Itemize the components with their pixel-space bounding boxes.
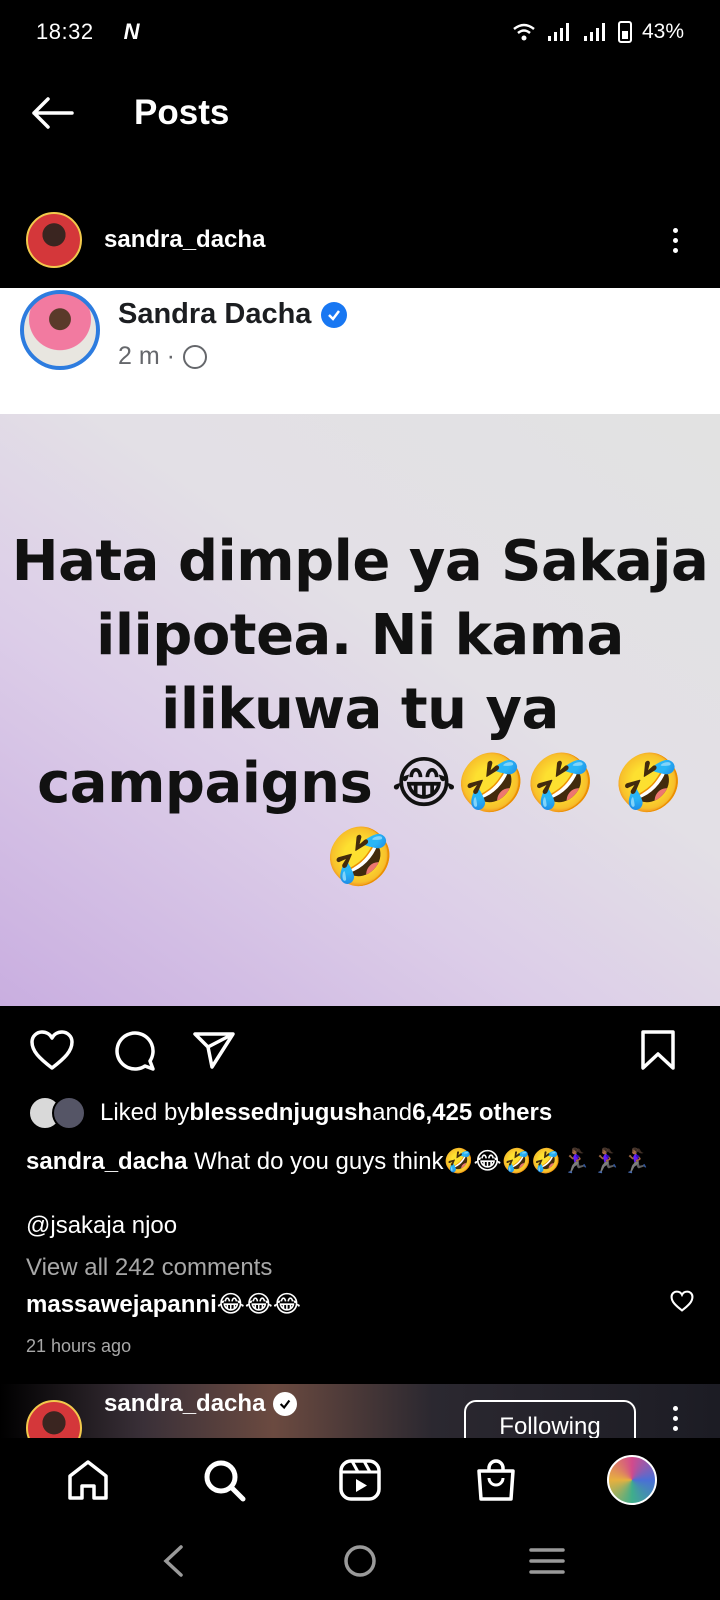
- caption-text: What do you guys think🤣😂🤣🤣🏃🏾‍♀️🏃🏾‍♀️🏃🏾‍♀…: [187, 1148, 651, 1175]
- app-header: Posts: [0, 78, 720, 148]
- post-username[interactable]: sandra_dacha: [104, 226, 265, 254]
- post-caption: sandra_dacha What do you guys think🤣😂🤣🤣🏃…: [26, 1146, 706, 1178]
- status-icons: 43%: [512, 20, 684, 44]
- bookmark-icon: [641, 1030, 675, 1070]
- embed-meta: 2 m ·: [118, 342, 207, 371]
- caption-username[interactable]: sandra_dacha: [26, 1148, 187, 1175]
- caption-mention[interactable]: @jsakaja njoo: [26, 1212, 177, 1240]
- like-button[interactable]: [26, 1024, 78, 1076]
- post-actions: [0, 1022, 720, 1078]
- embedded-post-header: Sandra Dacha 2 m ·: [0, 288, 720, 414]
- search-icon: [204, 1460, 246, 1502]
- comment-username[interactable]: massawejapanni: [26, 1291, 217, 1319]
- post-image[interactable]: Hata dimple ya Sakaja ilipotea. Ni kama …: [0, 414, 720, 1006]
- view-all-comments-link[interactable]: View all 242 comments: [26, 1254, 272, 1282]
- likes-summary[interactable]: Liked by blessednjugush and 6,425 others: [28, 1096, 552, 1130]
- likes-count[interactable]: 6,425 others: [412, 1099, 552, 1127]
- top-comment: massawejapanni 😂😂😂: [26, 1290, 694, 1319]
- carrier-icon: N: [123, 19, 140, 44]
- bottom-nav: [0, 1438, 720, 1522]
- following-button[interactable]: Following: [464, 1400, 636, 1438]
- comment-like-button[interactable]: [670, 1290, 694, 1319]
- system-nav-bar: [0, 1522, 720, 1600]
- next-post-header: sandra_dacha Following: [0, 1384, 720, 1438]
- avatar: [607, 1455, 657, 1505]
- signal-icon: [547, 23, 569, 41]
- more-options-button[interactable]: [673, 1406, 678, 1431]
- heart-icon: [670, 1290, 694, 1312]
- save-button[interactable]: [632, 1024, 684, 1076]
- heart-icon: [30, 1030, 74, 1070]
- post-image-text: Hata dimple ya Sakaja ilipotea. Ni kama …: [11, 529, 709, 890]
- wifi-icon: [513, 23, 535, 41]
- nav-home[interactable]: [58, 1450, 118, 1510]
- verified-icon: [321, 301, 348, 328]
- nav-reels[interactable]: [330, 1450, 390, 1510]
- battery-level: 43%: [641, 20, 684, 43]
- back-button[interactable]: [22, 83, 82, 143]
- system-home-button[interactable]: [330, 1531, 390, 1591]
- share-button[interactable]: [188, 1024, 240, 1076]
- avatar: [52, 1096, 86, 1130]
- avatar[interactable]: [26, 212, 82, 268]
- reels-icon: [339, 1459, 381, 1501]
- arrow-left-icon: [32, 97, 74, 129]
- post-header: sandra_dacha: [0, 208, 720, 272]
- chevron-left-icon: [163, 1545, 184, 1577]
- page-title: Posts: [134, 93, 230, 132]
- next-post-username[interactable]: sandra_dacha: [104, 1390, 298, 1418]
- comment-icon: [115, 1031, 155, 1071]
- system-recents-button[interactable]: [517, 1531, 577, 1591]
- nav-shop[interactable]: [466, 1450, 526, 1510]
- status-bar: 18:32 N 43%: [0, 0, 720, 64]
- circle-icon: [344, 1545, 376, 1577]
- battery-icon: [617, 21, 632, 43]
- system-back-button[interactable]: [143, 1531, 203, 1591]
- comment-button[interactable]: [108, 1024, 160, 1076]
- comment-text: 😂😂😂: [216, 1291, 301, 1318]
- send-icon: [193, 1032, 235, 1069]
- signal-icon-2: [583, 23, 605, 41]
- verified-icon: [273, 1392, 298, 1416]
- nav-search[interactable]: [194, 1450, 254, 1510]
- shop-icon: [477, 1459, 515, 1501]
- likes-prefix: Liked by: [100, 1099, 190, 1126]
- more-options-button[interactable]: [673, 227, 678, 253]
- post-timestamp: 21 hours ago: [26, 1336, 132, 1356]
- status-time: 18:32: [36, 19, 94, 44]
- embed-name: Sandra Dacha: [118, 298, 348, 331]
- embed-avatar: [20, 290, 100, 370]
- liker-username[interactable]: blessednjugush: [189, 1099, 372, 1127]
- avatar[interactable]: [26, 1400, 82, 1438]
- likes-mid: and: [372, 1099, 413, 1126]
- nav-profile[interactable]: [602, 1450, 662, 1510]
- home-icon: [68, 1460, 108, 1500]
- liker-avatars: [28, 1096, 86, 1130]
- menu-icon: [528, 1548, 565, 1574]
- globe-icon: [182, 344, 207, 369]
